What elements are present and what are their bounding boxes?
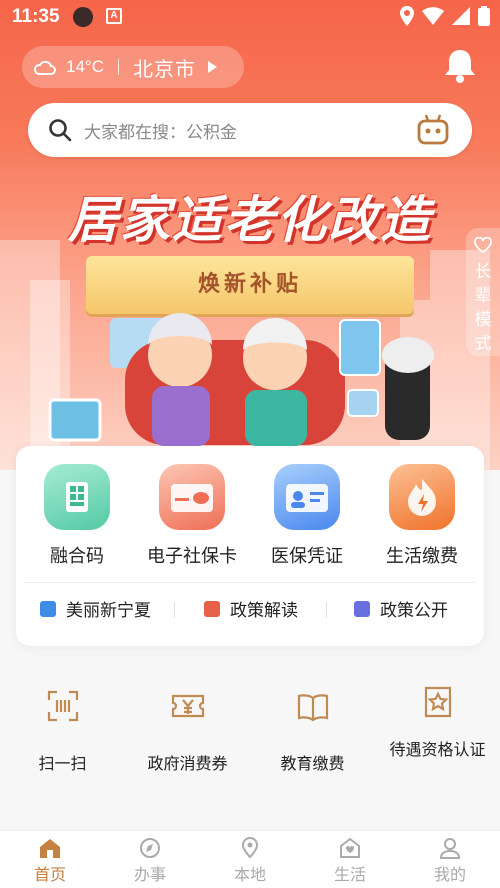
service-item-fusion-code[interactable]: 融合码 [22, 464, 132, 568]
link-beautiful-ningxia[interactable]: 美丽新宁夏 [40, 596, 151, 621]
tab-services[interactable]: 办事 [100, 837, 200, 885]
status-bar: 11:35 A [0, 0, 500, 36]
tab-label: 首页 [33, 865, 66, 884]
book-icon [297, 694, 328, 722]
tab-label: 办事 [133, 865, 166, 884]
service-label: 生活缴费 [386, 546, 458, 567]
tab-home[interactable]: 首页 [0, 837, 100, 885]
grid-label: 扫一扫 [38, 754, 87, 773]
grid-label: 待遇资格认证 [389, 740, 486, 759]
grid-label: 政府消费券 [147, 754, 228, 773]
app-notification-icon: A [106, 8, 122, 24]
service-card: 融合码 电子社保卡 医保凭证 生活缴费 美丽新宁夏 政策解读 政策公开 [16, 446, 484, 646]
service-item-utility-payment[interactable]: 生活缴费 [367, 464, 477, 568]
elder-mode-tab[interactable]: 长 辈 模 式 [466, 228, 500, 356]
star-doc-icon [204, 600, 220, 617]
social-card-icon [159, 464, 225, 530]
tab-mine[interactable]: 我的 [400, 837, 500, 885]
signal-icon [452, 7, 470, 25]
scan-icon [47, 690, 78, 722]
temperature: 14°C [66, 57, 104, 76]
notification-dot-icon [73, 7, 93, 27]
weather-location-pill[interactable]: 14°C 北京市 [22, 46, 244, 88]
elder-mode-char: 长 [474, 262, 492, 282]
elder-mode-char: 辈 [474, 286, 492, 306]
link-policy-disclosure[interactable]: 政策公开 [354, 596, 448, 621]
tab-label: 生活 [333, 865, 366, 884]
heart-icon [474, 236, 492, 254]
service-label: 电子社保卡 [147, 546, 237, 567]
card-divider [24, 582, 476, 583]
grid-item-coupon[interactable]: 政府消费券 [125, 688, 250, 776]
tab-label: 我的 [433, 865, 466, 884]
location-icon [241, 837, 259, 859]
user-icon [439, 838, 461, 859]
qr-code-icon [44, 464, 110, 530]
link-separator [174, 602, 175, 618]
flame-icon [389, 464, 455, 530]
service-label: 融合码 [50, 546, 104, 567]
battery-icon [478, 6, 490, 26]
search-bar[interactable]: 大家都在搜：公积金 [28, 103, 472, 157]
caret-right-icon [207, 61, 217, 73]
service-item-medical-voucher[interactable]: 医保凭证 [252, 464, 362, 568]
coupon-icon [171, 694, 204, 718]
tab-label: 本地 [233, 865, 266, 884]
elder-mode-char: 模 [474, 310, 492, 330]
medical-card-icon [274, 464, 340, 530]
location-status-icon [400, 6, 414, 26]
grid-item-education[interactable]: 教育缴费 [250, 688, 375, 776]
robot-assistant-icon[interactable] [416, 113, 450, 145]
grid-item-qualification[interactable]: 待遇资格认证 [375, 684, 500, 762]
wifi-icon [422, 7, 444, 25]
tab-life[interactable]: 生活 [300, 837, 400, 885]
bell-icon[interactable] [438, 44, 482, 88]
link-policy-interpretation[interactable]: 政策解读 [204, 596, 298, 621]
news-icon [40, 600, 56, 617]
home-icon [40, 839, 60, 858]
link-label: 政策公开 [380, 601, 448, 621]
search-icon [49, 119, 72, 142]
tab-local[interactable]: 本地 [200, 837, 300, 885]
link-separator [326, 602, 327, 618]
city-name: 北京市 [132, 56, 196, 81]
elderly-couple-illustration [48, 313, 434, 446]
status-time: 11:35 [12, 6, 60, 27]
grid-label: 教育缴费 [280, 754, 345, 773]
link-label: 美丽新宁夏 [66, 601, 151, 621]
cloud-icon [34, 60, 56, 75]
quick-service-grid: 扫一扫 政府消费券 教育缴费 待遇资格认证 [0, 676, 500, 826]
banner-title: 居家适老化改造 [68, 190, 432, 249]
bottom-tab-bar: 首页 办事 本地 生活 我的 [0, 830, 500, 888]
service-label: 医保凭证 [271, 546, 343, 567]
document-icon [354, 600, 370, 617]
compass-icon [140, 838, 160, 858]
grid-item-scan[interactable]: 扫一扫 [0, 688, 125, 776]
search-placeholder: 大家都在搜：公积金 [84, 122, 237, 143]
link-label: 政策解读 [230, 601, 298, 621]
elder-mode-char: 式 [474, 334, 492, 354]
service-item-social-card[interactable]: 电子社保卡 [137, 464, 247, 568]
weather-divider [117, 59, 119, 75]
certify-icon [424, 686, 451, 718]
life-icon [340, 837, 360, 858]
